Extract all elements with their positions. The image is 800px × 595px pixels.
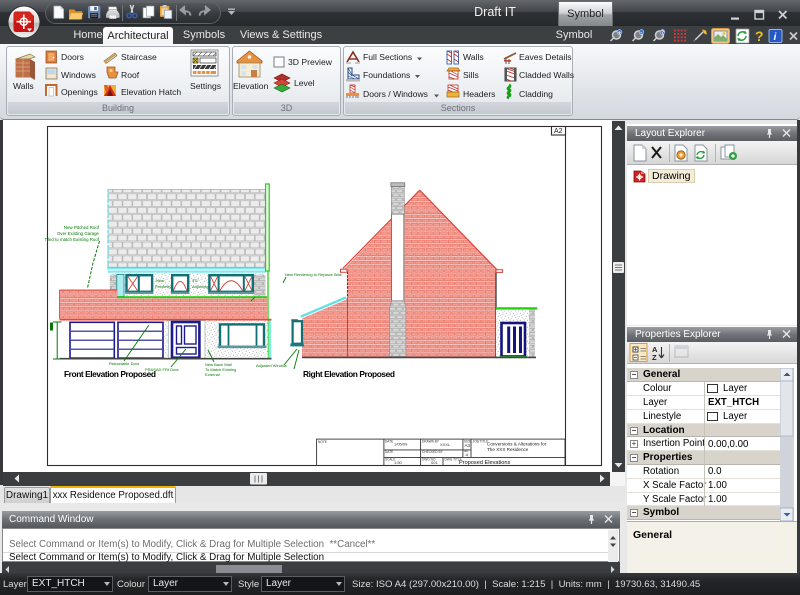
svg-text:Tiled to match Existing Roof: Tiled to match Existing Roof [45,237,100,242]
svg-text:The XXX Residence: The XXX Residence [487,447,529,452]
svg-text:001: 001 [431,460,438,465]
svg-text:Adjoining: Adjoining [192,284,208,289]
svg-text:3'0": 3'0" [192,278,199,283]
svg-text:JOB TITLE: JOB TITLE [473,440,489,444]
svg-text:Proximity: Proximity [155,284,171,289]
svg-text:DATE: DATE [385,440,393,444]
svg-text:1:50: 1:50 [394,460,403,465]
svg-text:XXXL: XXXL [440,442,451,447]
svg-text:External: External [205,372,220,377]
svg-text:-: - [640,30,642,36]
svg-text:Retractable Door: Retractable Door [109,361,140,366]
svg-text:?: ? [661,30,664,36]
svg-text:A3: A3 [465,443,471,448]
svg-text:NOTE: NOTE [318,440,327,444]
svg-text:DRAWN BY: DRAWN BY [422,440,440,444]
svg-text:?: ? [755,28,764,44]
svg-text:+: + [618,30,621,36]
svg-text:CHECKED BY: CHECKED BY [422,450,444,454]
svg-text:Proposed Elevations: Proposed Elevations [459,460,511,466]
svg-text:New: New [156,278,164,283]
svg-text:New Rendering to Replace Wall: New Rendering to Replace Wall [285,272,342,277]
svg-text:DATE: DATE [385,450,393,454]
svg-text:Right Elevation Proposed: Right Elevation Proposed [303,369,395,379]
svg-text:Front Elevation Proposed: Front Elevation Proposed [64,369,156,379]
svg-text:Over Existing Garage: Over Existing Garage [57,231,100,236]
svg-text:New Pitched Roof: New Pitched Roof [64,225,100,230]
svg-text:1/05/09: 1/05/09 [394,442,408,447]
svg-text:Conversions & Alterations for: Conversions & Alterations for [487,442,547,447]
svg-text:Adjusted Window: Adjusted Window [256,363,287,368]
svg-text:A2: A2 [554,128,563,135]
svg-text:Z: Z [652,353,657,362]
